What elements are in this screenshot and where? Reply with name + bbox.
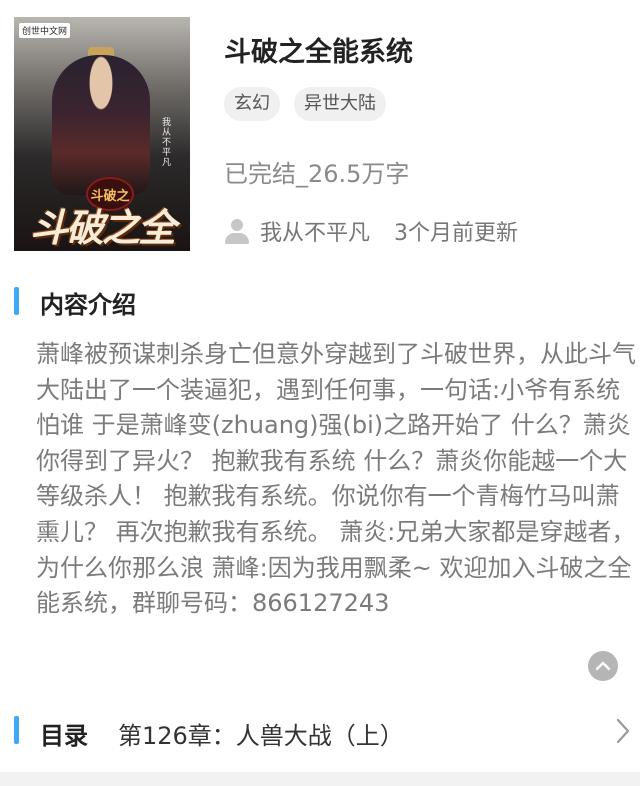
user-icon [224,218,250,244]
cover-title-art: 斗破之全能系统 [29,205,176,250]
intro-heading: 内容介绍 [40,291,136,319]
tag-subgenre[interactable]: 异世大陆 [294,87,386,121]
tag-genre[interactable]: 玄幻 [224,87,280,121]
chevron-right-icon [616,718,630,744]
book-status: 已完结_26.5万字 [224,160,410,188]
collapse-button[interactable] [588,651,618,681]
tag-list: 玄幻 异世大陆 [224,87,386,121]
intro-accent-bar [14,287,19,315]
author-name[interactable]: 我从不平凡 [260,215,370,247]
update-time: 3个月前更新 [394,221,519,246]
section-divider [0,772,640,786]
toc-label: 目录 [40,722,88,750]
chevron-up-icon [595,661,611,671]
publisher-badge: 创世中文网 [19,23,71,38]
book-cover[interactable]: 创世中文网 我从不平凡 斗破之 斗破之全能系统 [14,17,190,251]
book-title: 斗破之全能系统 [224,37,413,68]
latest-chapter: 第126章：人兽大战（上） [118,722,404,750]
book-meta: 我从不平凡 3个月前更新 [224,215,518,247]
cover-author-text: 我从不平凡 [160,117,170,167]
toc-row[interactable]: 目录 第126章：人兽大战（上） [0,706,640,760]
toc-accent-bar [14,716,19,744]
intro-text: 萧峰被预谋刺杀身亡但意外穿越到了斗破世界，从此斗气大陆出了一个装逼犯，遇到任何事… [36,340,636,618]
cover-art-figure [52,55,150,195]
